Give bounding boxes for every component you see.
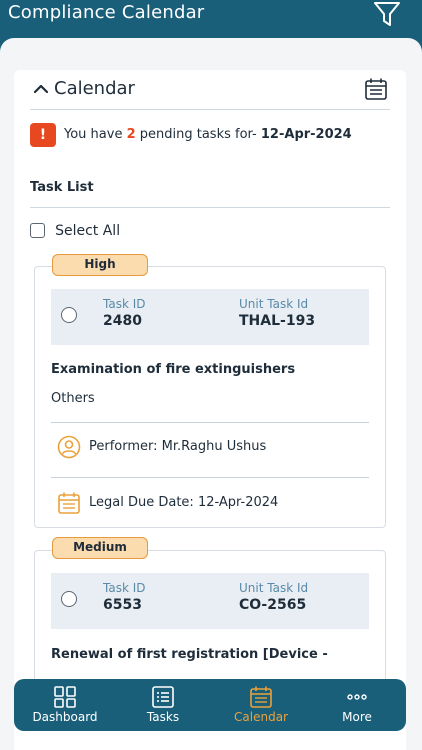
priority-badge-medium: Medium <box>52 537 148 559</box>
more-icon <box>347 694 367 700</box>
task-list-card: Task List Select All Task ID 2480 Unit T… <box>14 162 406 750</box>
select-all-checkbox[interactable] <box>30 223 45 238</box>
task-id-label: Task ID <box>103 297 146 311</box>
task-card[interactable]: Task ID 6553 Unit Task Id CO-2565 Renewa… <box>34 550 386 690</box>
divider <box>51 422 369 423</box>
task-title: Renewal of first registration [Device - <box>51 647 328 662</box>
bottom-nav: Dashboard Tasks Calendar More <box>14 679 406 731</box>
task-checkbox[interactable] <box>61 591 77 607</box>
pending-date: 12-Apr-2024 <box>260 127 352 142</box>
select-all-label: Select All <box>55 222 121 239</box>
divider <box>51 477 369 478</box>
pending-tasks-text: You have 2 pending tasks for- 12-Apr-202… <box>64 127 352 142</box>
calendar-icon <box>250 686 272 708</box>
app-header: Compliance Calendar <box>0 0 422 38</box>
calendar-icon <box>58 492 80 514</box>
nav-label: Tasks <box>146 710 180 724</box>
priority-badge-high: High <box>52 254 148 276</box>
task-list-title: Task List <box>30 180 94 195</box>
pending-prefix: You have <box>64 127 123 142</box>
alert-icon: ! <box>30 123 56 147</box>
filter-icon <box>374 2 400 26</box>
unit-task-id-label: Unit Task Id <box>239 297 309 311</box>
pending-middle: pending tasks for- <box>139 127 257 142</box>
page-title: Compliance Calendar <box>8 2 205 23</box>
calendar-icon[interactable] <box>364 77 388 101</box>
legal-due-date: Legal Due Date: 12-Apr-2024 <box>89 495 279 510</box>
task-id: 6553 <box>103 597 142 613</box>
task-id-label: Task ID <box>103 581 146 595</box>
nav-label: Calendar <box>234 710 288 724</box>
calendar-title: Calendar <box>54 78 135 99</box>
nav-label: Dashboard <box>32 710 98 724</box>
nav-tasks[interactable]: Tasks <box>114 683 212 729</box>
task-checkbox[interactable] <box>61 307 77 323</box>
main-content[interactable]: Calendar ! You have 2 pending tasks for-… <box>0 38 422 750</box>
task-id-box: Task ID 2480 Unit Task Id THAL-193 <box>51 289 369 345</box>
pending-count: 2 <box>126 127 136 142</box>
performer: Performer: Mr.Raghu Ushus <box>89 439 267 454</box>
dashboard-icon <box>54 686 76 708</box>
chevron-up-icon <box>34 84 48 94</box>
task-list-header: Task List <box>30 180 390 208</box>
user-icon <box>57 435 81 459</box>
nav-label: More <box>342 710 372 724</box>
unit-task-id: THAL-193 <box>239 313 316 329</box>
unit-task-id: CO-2565 <box>239 597 307 613</box>
task-category: Others <box>51 391 95 406</box>
nav-dashboard[interactable]: Dashboard <box>16 683 114 729</box>
tasks-icon <box>152 686 174 708</box>
task-id: 2480 <box>103 313 142 329</box>
filter-button[interactable] <box>372 0 402 28</box>
pending-tasks-alert: ! You have 2 pending tasks for- 12-Apr-2… <box>30 122 390 148</box>
select-all[interactable]: Select All <box>30 220 120 240</box>
calendar-toggle[interactable]: Calendar <box>30 70 390 110</box>
nav-more[interactable]: More <box>308 683 406 729</box>
task-title: Examination of fire extinguishers <box>51 362 296 377</box>
task-id-box: Task ID 6553 Unit Task Id CO-2565 <box>51 573 369 629</box>
task-card[interactable]: Task ID 2480 Unit Task Id THAL-193 Exami… <box>34 266 386 528</box>
unit-task-id-label: Unit Task Id <box>239 581 309 595</box>
nav-calendar[interactable]: Calendar <box>212 683 310 729</box>
